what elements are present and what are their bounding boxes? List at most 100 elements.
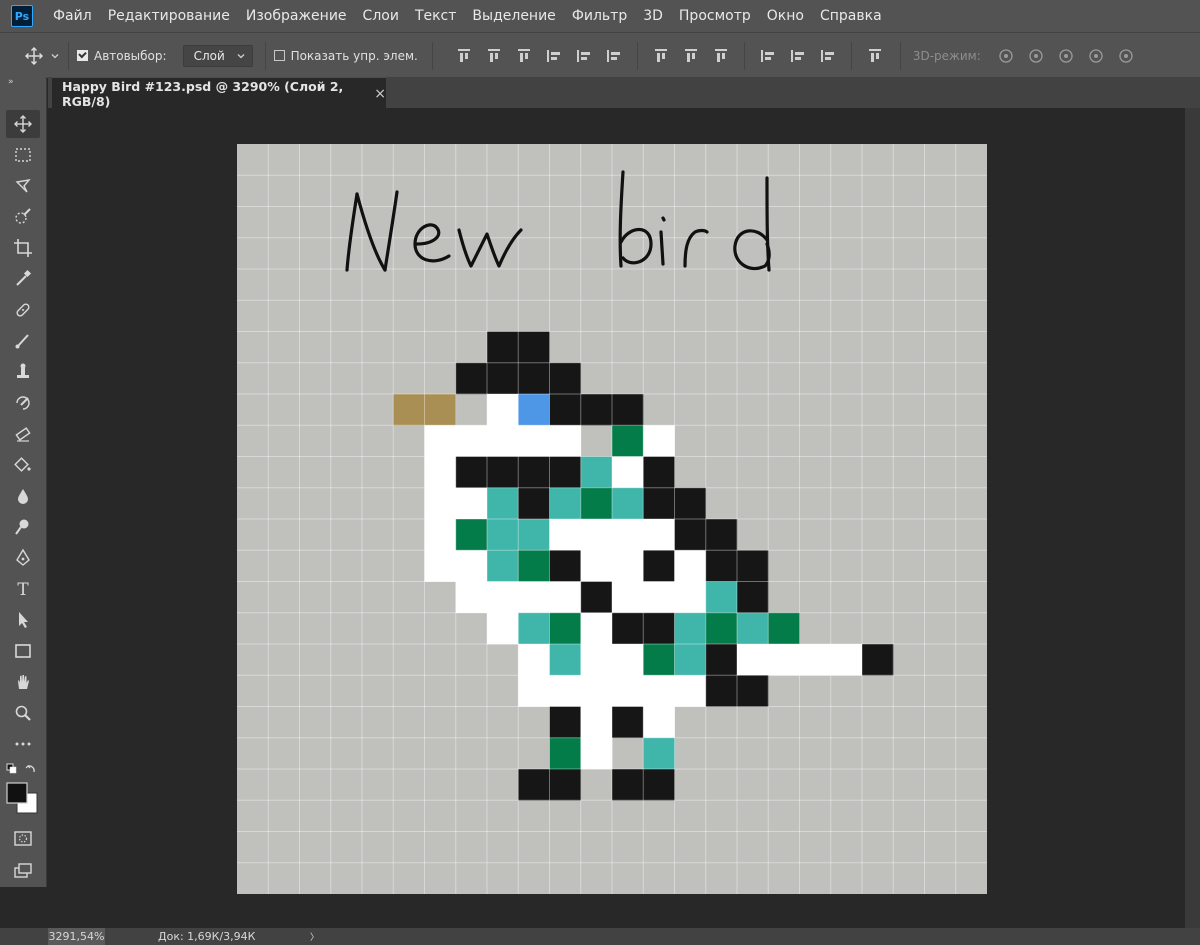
distribute-right-icon[interactable] bbox=[819, 47, 837, 65]
align-top-edges-icon[interactable] bbox=[455, 47, 473, 65]
align-vertical-centers-icon[interactable] bbox=[485, 47, 503, 65]
dodge-icon[interactable] bbox=[6, 513, 40, 541]
pixel bbox=[487, 394, 519, 426]
menu-window[interactable]: Окно bbox=[759, 0, 812, 32]
pixel bbox=[393, 394, 425, 426]
align-bottom-edges-icon[interactable] bbox=[515, 47, 533, 65]
tools-panel: » T bbox=[0, 77, 47, 887]
menu-view[interactable]: Просмотр bbox=[671, 0, 759, 32]
pixel bbox=[487, 519, 519, 551]
pixel bbox=[487, 612, 519, 645]
menu-help[interactable]: Справка bbox=[812, 0, 890, 32]
healing-brush-icon[interactable] bbox=[6, 296, 40, 324]
distribute-horizontal-centers-icon[interactable] bbox=[789, 47, 807, 65]
autoselect-checkbox[interactable] bbox=[77, 50, 88, 61]
document-tab[interactable]: Happy Bird #123.psd @ 3290% (Слой 2, RGB… bbox=[52, 77, 386, 109]
menu-layers[interactable]: Слои bbox=[355, 0, 407, 32]
history-brush-icon[interactable] bbox=[6, 389, 40, 417]
pixel bbox=[643, 737, 675, 770]
blur-icon[interactable] bbox=[6, 482, 40, 510]
pixel-art-canvas[interactable] bbox=[237, 144, 987, 894]
canvas-area[interactable] bbox=[48, 108, 1185, 928]
status-menu-arrow[interactable]: 〉 bbox=[310, 930, 319, 943]
close-tab-icon[interactable]: × bbox=[374, 86, 386, 102]
pixel bbox=[518, 394, 550, 426]
pixel bbox=[862, 644, 894, 676]
menu-select[interactable]: Выделение bbox=[464, 0, 563, 32]
eyedropper-icon[interactable] bbox=[6, 265, 40, 293]
auto-align-layers-icon[interactable] bbox=[866, 47, 884, 65]
menu-filter[interactable]: Фильтр bbox=[564, 0, 635, 32]
distribute-vertical-centers-icon[interactable] bbox=[682, 47, 700, 65]
pixel bbox=[487, 425, 519, 457]
pixel bbox=[549, 362, 582, 395]
roll-3d-icon[interactable] bbox=[1026, 46, 1046, 66]
default-colors-icon[interactable] bbox=[6, 762, 40, 778]
menu-type[interactable]: Текст bbox=[407, 0, 464, 32]
pixel bbox=[518, 769, 550, 801]
pixel bbox=[674, 519, 707, 551]
slide-3d-icon[interactable] bbox=[1086, 46, 1106, 66]
pixel bbox=[549, 519, 582, 551]
color-swatches[interactable] bbox=[6, 782, 40, 816]
menu-edit[interactable]: Редактирование bbox=[100, 0, 238, 32]
autoselect-label: Автовыбор: bbox=[94, 48, 167, 63]
paint-bucket-icon[interactable] bbox=[6, 451, 40, 479]
pixel bbox=[549, 581, 582, 614]
vertical-scrollbar[interactable] bbox=[1185, 108, 1200, 928]
rectangular-marquee-icon[interactable] bbox=[6, 141, 40, 169]
distribute-top-icon[interactable] bbox=[652, 47, 670, 65]
menu-bar: Ps Файл Редактирование Изображение Слои … bbox=[0, 0, 1200, 32]
menu-file[interactable]: Файл bbox=[45, 0, 100, 32]
document-tab-title: Happy Bird #123.psd @ 3290% (Слой 2, RGB… bbox=[62, 78, 344, 109]
menu-3d[interactable]: 3D bbox=[635, 0, 671, 32]
scale-3d-icon[interactable] bbox=[1116, 46, 1136, 66]
layer-select-dropdown[interactable]: Слой bbox=[182, 44, 253, 67]
crop-icon[interactable] bbox=[6, 234, 40, 262]
photoshop-logo[interactable]: Ps bbox=[11, 5, 33, 27]
zoom-field[interactable]: 3291,54% bbox=[48, 928, 105, 945]
distribute-bottom-icon[interactable] bbox=[712, 47, 730, 65]
quick-selection-icon[interactable] bbox=[6, 203, 40, 231]
clone-stamp-icon[interactable] bbox=[6, 358, 40, 386]
pixel bbox=[518, 550, 550, 582]
drag-3d-icon[interactable] bbox=[1056, 46, 1076, 66]
align-left-edges-icon[interactable] bbox=[545, 47, 563, 65]
pixel bbox=[612, 456, 644, 489]
pixel bbox=[643, 425, 675, 457]
distribute-left-icon[interactable] bbox=[759, 47, 777, 65]
pixel bbox=[455, 425, 488, 457]
pixel bbox=[549, 394, 582, 426]
pixel bbox=[674, 487, 707, 520]
divider bbox=[850, 41, 852, 70]
more-tools-icon[interactable] bbox=[6, 730, 40, 758]
panel-collapse-icon[interactable]: » bbox=[8, 77, 14, 87]
pixel bbox=[643, 612, 675, 645]
pixel bbox=[455, 362, 488, 395]
move-tool-icon[interactable] bbox=[6, 110, 40, 138]
rectangle-shape-icon[interactable] bbox=[6, 637, 40, 665]
pixel bbox=[737, 612, 769, 645]
brush-icon[interactable] bbox=[6, 327, 40, 355]
orbit-3d-icon[interactable] bbox=[996, 46, 1016, 66]
pixel bbox=[549, 456, 582, 489]
align-horizontal-centers-icon[interactable] bbox=[575, 47, 593, 65]
pixel bbox=[612, 487, 644, 520]
pen-icon[interactable] bbox=[6, 544, 40, 572]
show-transform-controls-checkbox[interactable] bbox=[273, 50, 285, 61]
eraser-icon[interactable] bbox=[6, 420, 40, 448]
align-right-edges-icon[interactable] bbox=[605, 47, 623, 65]
quick-mask-icon[interactable] bbox=[6, 825, 40, 853]
pixel bbox=[518, 675, 550, 707]
lasso-icon[interactable] bbox=[6, 172, 40, 200]
pixel bbox=[612, 425, 644, 457]
screen-mode-icon[interactable] bbox=[6, 857, 40, 885]
move-tool-preset-icon[interactable] bbox=[24, 46, 60, 66]
menu-image[interactable]: Изображение bbox=[238, 0, 355, 32]
status-bar: 3291,54% Док: 1,69К/3,94К 〉 bbox=[0, 928, 1200, 945]
pixel bbox=[549, 675, 582, 707]
zoom-icon[interactable] bbox=[6, 699, 40, 727]
path-selection-icon[interactable] bbox=[6, 606, 40, 634]
hand-icon[interactable] bbox=[6, 668, 40, 696]
type-icon[interactable]: T bbox=[6, 575, 40, 603]
